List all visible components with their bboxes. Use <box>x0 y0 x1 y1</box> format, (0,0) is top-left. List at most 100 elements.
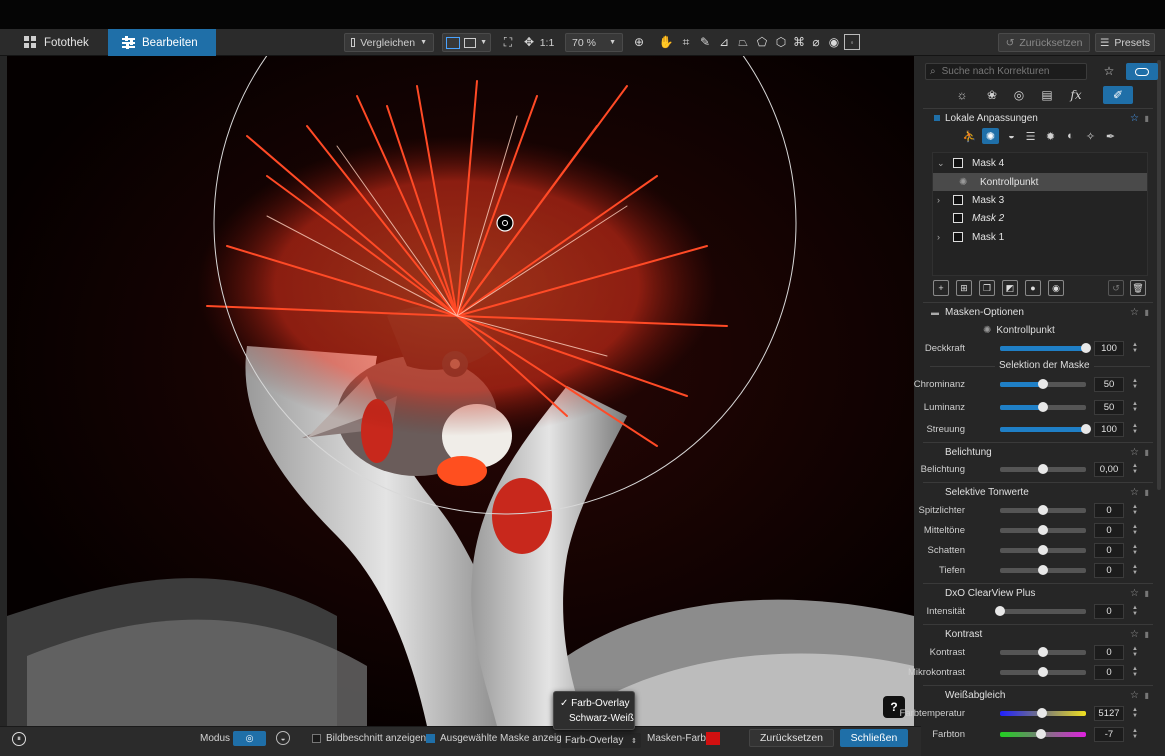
split-view-icon[interactable] <box>463 37 477 48</box>
microcontrast-value[interactable]: 0 <box>1094 665 1124 680</box>
contrast-stepper[interactable]: ▲ ▼ <box>1131 646 1139 658</box>
crop-checkbox[interactable] <box>312 734 321 743</box>
blacks-slider[interactable] <box>1000 565 1086 575</box>
chevron-down-icon[interactable]: ⌄ <box>937 158 945 169</box>
midtones-stepper[interactable]: ▲ ▼ <box>1131 524 1139 536</box>
microcontrast-slider[interactable] <box>1000 667 1086 677</box>
mask-options-header[interactable]: ▬ Masken-Optionen ☆ ▮ <box>923 302 1153 322</box>
shadows-slider[interactable] <box>1000 545 1086 555</box>
search-field[interactable]: ⌕ <box>925 63 1087 80</box>
crop-icon[interactable]: ⌗ <box>678 34 694 50</box>
highlights-slider[interactable] <box>1000 505 1086 515</box>
right-panel-toggle[interactable] <box>914 56 921 756</box>
chevron-right-icon[interactable]: › <box>937 195 940 205</box>
chrominance-stepper[interactable]: ▲ ▼ <box>1131 378 1139 390</box>
control-point-handle[interactable] <box>496 214 514 232</box>
tint-slider[interactable] <box>1000 729 1086 739</box>
midtones-value[interactable]: 0 <box>1094 523 1124 538</box>
star-icon[interactable]: ☆ <box>1130 588 1139 599</box>
spread-value[interactable]: 100 <box>1094 422 1124 437</box>
pin-icon[interactable]: ▮ <box>1145 114 1149 123</box>
highlights-stepper[interactable]: ▲ ▼ <box>1131 504 1139 516</box>
control-point-tool-icon[interactable]: ✺ <box>982 128 999 144</box>
star-icon[interactable]: ☆ <box>1130 690 1139 701</box>
search-input[interactable] <box>941 66 1072 77</box>
add-submask-icon[interactable]: ⊞ <box>956 280 972 296</box>
tab-geometry[interactable]: ▤ <box>1036 86 1058 104</box>
mask-color-swatch[interactable] <box>706 732 720 745</box>
eye-icon[interactable]: ◉ <box>826 34 842 50</box>
mask-row-1[interactable]: › Mask 1 <box>933 228 1147 246</box>
tab-detail[interactable]: ◎ <box>1008 86 1030 104</box>
reset-button[interactable]: Zurücksetzen <box>749 729 834 747</box>
dropdown-option-color-overlay[interactable]: ✓ Farb-Overlay <box>560 698 630 709</box>
clearview-header[interactable]: DxO ClearView Plus ☆ ▮ <box>923 583 1153 603</box>
chrominance-slider[interactable] <box>1000 379 1086 389</box>
dropdown-option-bw[interactable]: Schwarz-Weiß <box>569 713 634 724</box>
pin-icon[interactable]: ▮ <box>1145 589 1149 598</box>
contrast-slider[interactable] <box>1000 647 1086 657</box>
show-crop-toggle[interactable]: Bildbeschnitt anzeigen <box>312 733 426 744</box>
invert-icon[interactable]: ◩ <box>1002 280 1018 296</box>
overlay-icon[interactable]: ◦ <box>844 34 860 50</box>
chevron-right-icon[interactable]: › <box>937 232 940 242</box>
star-icon[interactable]: ☆ <box>1130 487 1139 498</box>
single-view-icon[interactable] <box>446 36 460 49</box>
luminance-value[interactable]: 50 <box>1094 400 1124 415</box>
zoom-select[interactable]: 70 % ▼ <box>565 33 623 52</box>
panel-scrollbar[interactable] <box>1157 60 1161 490</box>
mask-toggle-icon[interactable]: ◒ <box>276 731 290 745</box>
local-adjustments-header[interactable]: Lokale Anpassungen ☆ ▮ <box>923 108 1153 128</box>
midtones-slider[interactable] <box>1000 525 1086 535</box>
shadows-stepper[interactable]: ▲ ▼ <box>1131 544 1139 556</box>
white-balance-header[interactable]: Weißabgleich ☆ ▮ <box>923 685 1153 705</box>
compare-button[interactable]: Vergleichen ▼ <box>344 33 434 52</box>
intensity-slider[interactable] <box>995 606 1086 616</box>
temperature-stepper[interactable]: ▲ ▼ <box>1131 707 1139 719</box>
exposure-stepper[interactable]: ▲ ▼ <box>1131 463 1139 475</box>
image-canvas[interactable] <box>7 56 914 726</box>
view-mode-toggle[interactable]: ▼ <box>442 33 491 52</box>
chrominance-value[interactable]: 50 <box>1094 377 1124 392</box>
perspective-icon[interactable]: ⏢ <box>735 34 751 50</box>
pin-icon[interactable]: ▮ <box>1145 308 1149 317</box>
opacity-value[interactable]: 100 <box>1094 341 1124 356</box>
zoom-1to1-button[interactable]: 1:1 <box>539 33 555 52</box>
tint-stepper[interactable]: ▲ ▼ <box>1131 728 1139 740</box>
opacity-stepper[interactable]: ▲ ▼ <box>1131 342 1139 354</box>
lasso-icon[interactable]: ⬡ <box>773 34 789 50</box>
hand-icon[interactable]: ✋ <box>658 34 674 50</box>
repair-icon[interactable]: ⌀ <box>808 34 824 50</box>
show-mask-toggle[interactable]: Ausgewählte Maske anzeigen <box>426 733 573 744</box>
star-icon[interactable]: ☆ <box>1130 629 1139 640</box>
panel-toggle-button[interactable] <box>1126 63 1158 80</box>
eyedropper-icon[interactable]: ✎ <box>697 34 713 50</box>
luminance-slider[interactable] <box>1000 402 1086 412</box>
local-adjust-icon[interactable]: ⌘ <box>791 34 807 50</box>
spread-slider[interactable] <box>1000 424 1091 434</box>
mode-button[interactable]: ◎ <box>233 731 266 746</box>
mask-row-4[interactable]: ⌄ Mask 4 <box>933 154 1147 172</box>
highlights-value[interactable]: 0 <box>1094 503 1124 518</box>
spread-stepper[interactable]: ▲ ▼ <box>1131 423 1139 435</box>
trash-icon[interactable]: 🗑 <box>1130 280 1146 296</box>
tab-color[interactable]: ❀ <box>981 86 1003 104</box>
tab-local[interactable]: ✐ <box>1103 86 1133 104</box>
tab-effects[interactable]: fx <box>1065 86 1087 104</box>
temperature-value[interactable]: 5127 <box>1094 706 1124 721</box>
auto-mask-icon[interactable]: ✹ <box>1042 128 1059 144</box>
mask-mode-icon[interactable]: ● <box>1025 280 1041 296</box>
opacity-slider[interactable] <box>1000 343 1091 353</box>
close-button[interactable]: Schließen <box>840 729 908 747</box>
tab-light[interactable]: ☼ <box>951 86 973 104</box>
mask-row-2[interactable]: Mask 2 <box>933 209 1147 227</box>
add-mask-icon[interactable]: + <box>933 280 949 296</box>
exposure-slider[interactable] <box>1000 464 1086 474</box>
pin-icon[interactable]: ▮ <box>1145 448 1149 457</box>
contrast-value[interactable]: 0 <box>1094 645 1124 660</box>
graduated-filter-icon[interactable]: ◒ <box>1003 128 1020 144</box>
star-icon[interactable]: ☆ <box>1130 113 1139 124</box>
mask-row-3[interactable]: › Mask 3 <box>933 191 1147 209</box>
tab-library[interactable]: Fotothek <box>10 29 103 56</box>
gradient-icon[interactable]: ☰ <box>1022 128 1039 144</box>
